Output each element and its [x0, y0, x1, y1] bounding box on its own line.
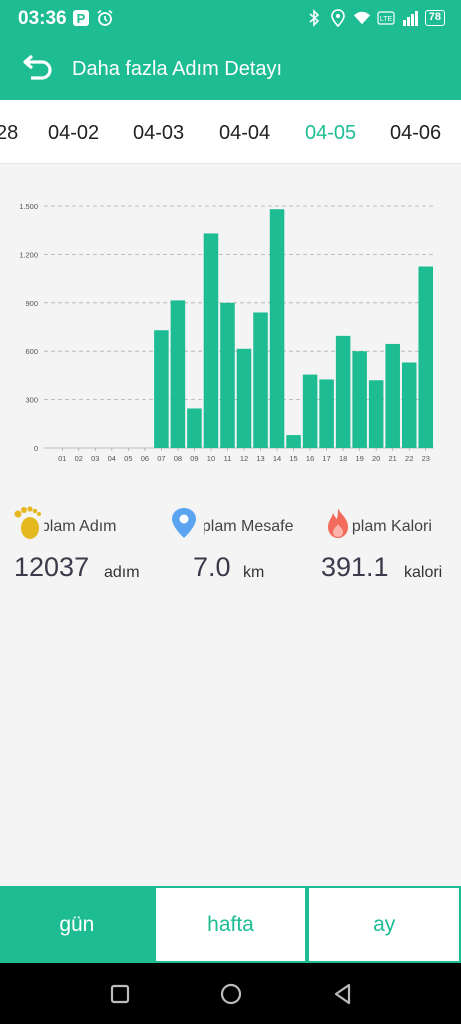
- signal-icon: [402, 11, 418, 26]
- status-time: 03:36: [18, 8, 67, 29]
- x-tick-label: 17: [322, 454, 330, 463]
- tab-week[interactable]: hafta: [153, 886, 308, 963]
- status-left-icons: P: [72, 9, 114, 27]
- date-tab[interactable]: 04-04: [219, 122, 270, 145]
- bar: [269, 209, 285, 448]
- bar: [154, 330, 169, 448]
- x-tick-label: 01: [58, 454, 66, 463]
- bar: [236, 348, 252, 448]
- x-tick-label: 14: [273, 454, 281, 463]
- period-tabs: gün hafta ay: [0, 886, 461, 963]
- status-bar: 03:36 P LTE 78: [0, 0, 461, 38]
- date-tab[interactable]: 04-06: [390, 122, 441, 145]
- x-tick-label: 22: [405, 454, 413, 463]
- bar: [253, 312, 268, 448]
- date-tab[interactable]: 28: [0, 122, 18, 145]
- bar: [385, 343, 400, 448]
- location-pin-icon: [172, 508, 196, 538]
- stat-label: Toplam Kalori: [352, 518, 432, 535]
- stat-label-clip: Toplam Adım: [44, 518, 124, 540]
- x-tick-label: 03: [91, 454, 99, 463]
- x-tick-label: 13: [256, 454, 264, 463]
- location-icon: [330, 9, 345, 27]
- y-tick-label: 1.200: [19, 250, 38, 259]
- x-tick-label: 21: [389, 454, 397, 463]
- bar: [352, 351, 367, 448]
- stat-value: 12037: [14, 552, 90, 582]
- x-tick-label: 10: [207, 454, 215, 463]
- stat-steps: Toplam Adım 12037 adım: [0, 504, 150, 594]
- battery-icon: 78: [424, 10, 445, 26]
- x-tick-label: 11: [224, 454, 232, 463]
- stat-unit-clip: adım: [104, 564, 144, 586]
- footprint-icon: [14, 506, 41, 539]
- bluetooth-icon: [309, 9, 319, 27]
- date-tabs: 28 04-02 04-03 04-04 04-05 04-06: [0, 100, 461, 164]
- y-tick-label: 1.500: [19, 202, 38, 211]
- stat-label: Toplam Mesafe: [204, 518, 294, 535]
- system-nav-bar: [0, 963, 461, 1024]
- bar: [401, 362, 417, 448]
- x-tick-label: 19: [355, 454, 363, 463]
- wifi-icon: [353, 11, 370, 25]
- stat-label-clip: Toplam Mesafe: [204, 518, 294, 540]
- date-tab[interactable]: 04-03: [133, 122, 184, 145]
- stat-value: 391.1: [321, 552, 389, 582]
- x-tick-label: 09: [190, 454, 198, 463]
- alarm-icon: [97, 9, 113, 26]
- bar: [319, 379, 334, 448]
- x-tick-label: 12: [240, 454, 248, 463]
- bar: [302, 374, 318, 448]
- y-tick-label: 0: [34, 444, 38, 453]
- bar: [203, 233, 219, 448]
- back-arrow-icon[interactable]: [22, 54, 54, 84]
- svg-text:P: P: [77, 11, 86, 26]
- tab-month[interactable]: ay: [307, 886, 461, 963]
- volte-icon: LTE: [377, 11, 395, 25]
- x-tick-label: 05: [124, 454, 132, 463]
- date-tab[interactable]: 04-02: [48, 122, 99, 145]
- stat-value: 7.0: [193, 552, 231, 582]
- back-nav-icon[interactable]: [331, 982, 355, 1006]
- app-bar: Daha fazla Adım Detayı: [0, 38, 461, 100]
- y-tick-label: 600: [25, 347, 38, 356]
- bar: [286, 435, 301, 448]
- hourly-steps-chart: 0 300 600 900 1.200 1.500 01 02 03 04 05 06 07 08 09 10…: [19, 202, 434, 463]
- bar: [418, 266, 434, 448]
- bar: [335, 335, 351, 448]
- tab-day[interactable]: gün: [0, 886, 154, 963]
- page-title: Daha fazla Adım Detayı: [72, 58, 283, 80]
- home-icon[interactable]: [219, 982, 243, 1006]
- x-tick-label: 04: [108, 454, 116, 463]
- stat-label: Toplam Adım: [44, 518, 117, 535]
- x-tick-label: 16: [306, 454, 314, 463]
- stat-label-clip: Toplam Kalori: [352, 518, 452, 540]
- flame-icon: [328, 508, 348, 538]
- stat-unit: adım: [104, 564, 140, 581]
- recent-apps-icon[interactable]: [108, 982, 132, 1006]
- stat-unit: km: [243, 564, 265, 581]
- stat-distance: Toplam Mesafe 7.0 km: [160, 504, 310, 594]
- x-tick-label: 07: [157, 454, 165, 463]
- x-tick-label: 02: [75, 454, 83, 463]
- stat-unit: kalori: [404, 564, 443, 581]
- x-tick-label: 20: [372, 454, 380, 463]
- x-tick-label: 06: [141, 454, 149, 463]
- y-tick-label: 300: [25, 396, 38, 405]
- bar: [220, 302, 235, 448]
- bar: [368, 380, 384, 448]
- x-tick-label: 23: [422, 454, 430, 463]
- x-tick-label: 08: [174, 454, 182, 463]
- bar: [170, 300, 186, 448]
- bar: [187, 408, 202, 448]
- y-tick-label: 900: [25, 299, 38, 308]
- date-tab-active[interactable]: 04-05: [305, 122, 356, 145]
- paypal-icon: P: [73, 10, 89, 26]
- x-tick-label: 15: [289, 454, 297, 463]
- svg-text:LTE: LTE: [380, 16, 393, 23]
- status-right-icons: LTE 78: [305, 9, 445, 27]
- stat-calories: Toplam Kalori 391.1 kalori: [310, 504, 460, 594]
- x-tick-label: 18: [339, 454, 347, 463]
